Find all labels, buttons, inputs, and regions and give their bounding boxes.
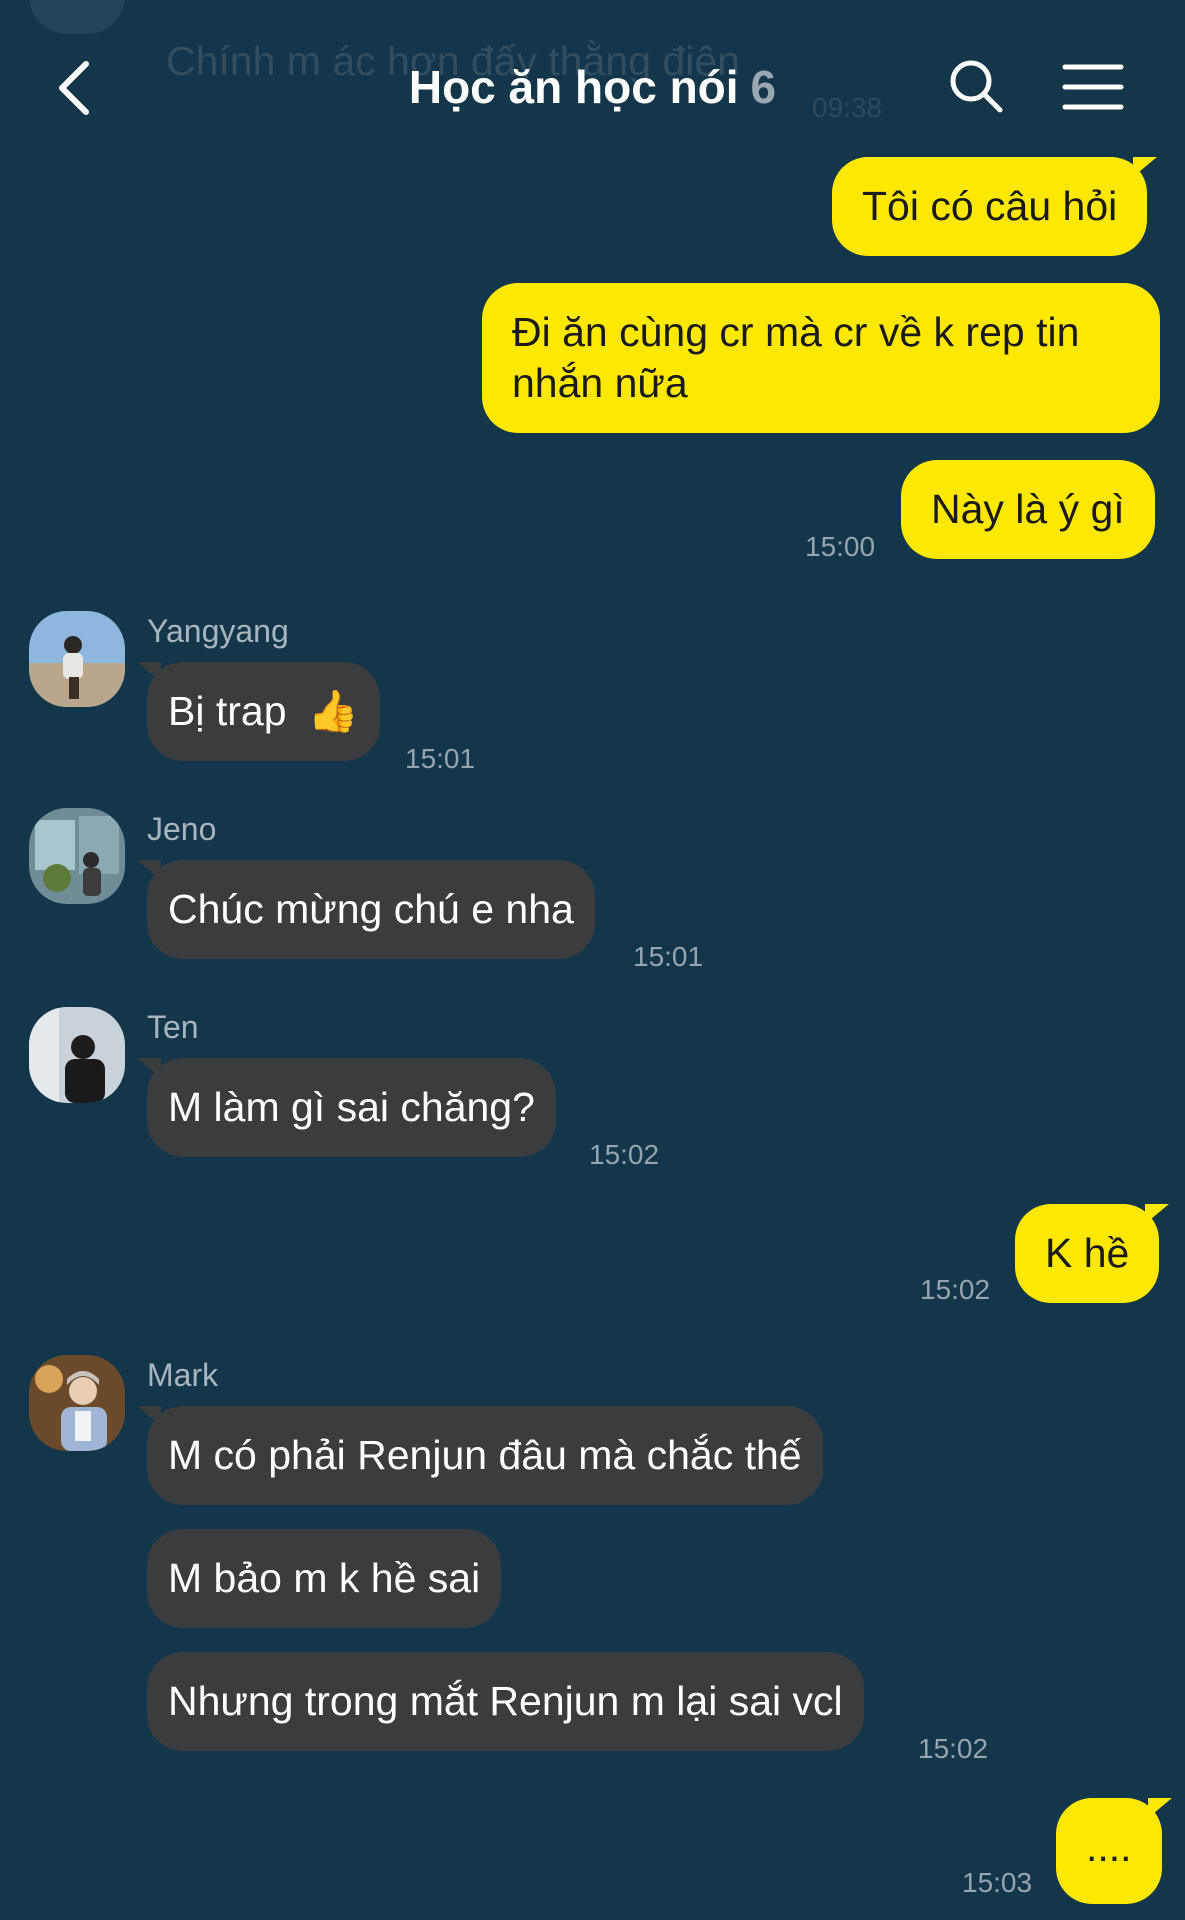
message-bubble-incoming[interactable]: M bảo m k hề sai [147,1529,502,1628]
sender-name: Jeno [147,811,217,847]
sender-name: Ten [147,1009,199,1045]
message-text: M bảo m k hề sai [168,1555,481,1601]
message-bubble-incoming[interactable]: Bị trap 👍 [137,662,380,761]
message-text: M có phải Renjun đâu mà chắc thế [168,1432,802,1478]
message-text: .... [1086,1824,1132,1870]
message-bubble-incoming[interactable]: M làm gì sai chăng? [137,1058,556,1157]
message-bubble-outgoing[interactable]: Này là ý gì [901,460,1155,559]
message-text: Tôi có câu hỏi [862,183,1118,229]
message-bubble-outgoing[interactable]: .... [1056,1798,1172,1904]
message-text: Này là ý gì [931,486,1125,532]
chat-header: Học ăn học nói 6 [0,0,1185,170]
member-count: 6 [750,61,777,113]
sender-name: Yangyang [147,613,289,649]
message-time: 15:00 [805,531,876,562]
message-text: K hề [1045,1230,1130,1276]
chat-title-text: Học ăn học nói [408,61,739,113]
thumbs-up-emoji: 👍 [307,688,359,734]
search-icon [950,60,1003,113]
message-text: Chúc mừng chú e nha [168,886,574,932]
message-bubble-outgoing[interactable]: Đi ăn cùng cr mà cr về k rep tin nhắn nữ… [482,283,1160,433]
message-time: 15:01 [633,941,704,972]
message-text: M làm gì sai chăng? [168,1084,535,1130]
avatar-yangyang[interactable] [29,611,125,707]
message-text: Bị trap [168,688,287,734]
chat-title: Học ăn học nói 6 [0,60,1185,114]
message-bubble-incoming[interactable]: Chúc mừng chú e nha [137,860,595,959]
message-bubble-outgoing[interactable]: K hề [1015,1204,1170,1303]
menu-button[interactable] [1061,62,1125,112]
message-bubble-incoming[interactable]: Nhưng trong mắt Renjun m lại sai vcl [147,1652,864,1751]
avatar-jeno[interactable] [29,808,125,904]
message-time: 15:02 [920,1274,991,1305]
message-bubble-outgoing[interactable]: Tôi có câu hỏi [832,157,1158,256]
message-text-line: nhắn nữa [512,360,688,406]
search-button[interactable] [948,58,1004,114]
message-time: 15:03 [962,1867,1033,1898]
hamburger-menu-icon [1062,64,1124,110]
sender-name: Mark [147,1357,219,1393]
message-text-line: Đi ăn cùng cr mà cr về k rep tin [512,309,1080,355]
message-text: Nhưng trong mắt Renjun m lại sai vcl [168,1678,843,1724]
message-time: 15:01 [405,743,476,774]
avatar-image [29,1355,125,1451]
avatar-mark[interactable] [29,1355,125,1451]
avatar-image [29,611,125,707]
message-time: 15:02 [918,1733,989,1764]
message-bubble-incoming[interactable]: M có phải Renjun đâu mà chắc thế [137,1406,823,1505]
avatar-ten[interactable] [29,1007,125,1103]
message-time: 15:02 [589,1139,660,1170]
avatar-image [29,808,125,904]
avatar-image [29,1007,125,1103]
